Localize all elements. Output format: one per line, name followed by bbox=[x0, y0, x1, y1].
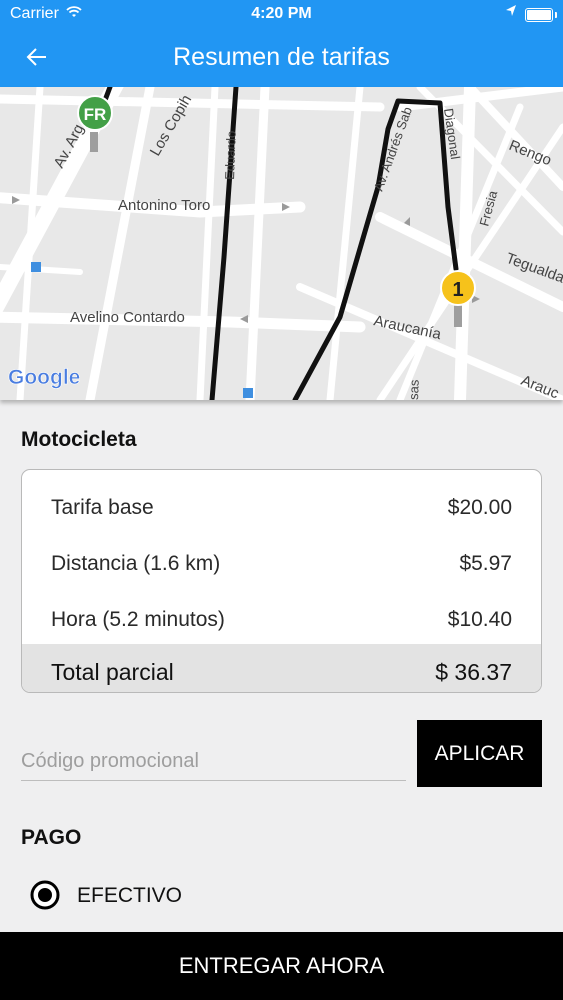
total-label: Total parcial bbox=[51, 659, 174, 685]
fare-row: Hora (5.2 minutos) $10.40 bbox=[22, 588, 541, 643]
cash-radio-button[interactable] bbox=[30, 880, 60, 910]
apply-button[interactable]: APLICAR bbox=[417, 720, 542, 787]
deliver-now-button[interactable]: ENTREGAR AHORA bbox=[0, 932, 563, 1000]
payment-title: PAGO bbox=[21, 826, 82, 849]
google-logo: Google bbox=[8, 366, 80, 389]
fare-value: $5.97 bbox=[459, 552, 512, 575]
street-label: sas bbox=[406, 379, 422, 400]
location-arrow-icon bbox=[505, 4, 517, 23]
end-marker-label: 1 bbox=[452, 279, 463, 301]
vehicle-title: Motocicleta bbox=[21, 428, 137, 451]
route-map[interactable]: Av. Arg Los Copih Eduardo Antonino Toro … bbox=[0, 87, 563, 400]
promo-code-input[interactable] bbox=[21, 742, 406, 781]
nav-bar: Resumen de tarifas bbox=[0, 30, 563, 87]
street-label: Antonino Toro bbox=[118, 197, 210, 214]
cash-option-label[interactable]: EFECTIVO bbox=[77, 884, 182, 908]
street-label: Eduardo bbox=[222, 130, 239, 180]
fare-value: $20.00 bbox=[447, 496, 512, 519]
street-label: Avelino Contardo bbox=[70, 309, 185, 326]
fare-summary-card: Tarifa base $20.00 Distancia (1.6 km) $5… bbox=[21, 469, 542, 693]
fare-row: Tarifa base $20.00 bbox=[22, 476, 541, 531]
fare-total-row: Total parcial $ 36.37 bbox=[22, 644, 541, 692]
status-time: 4:20 PM bbox=[251, 5, 312, 22]
fare-label: Hora (5.2 minutos) bbox=[51, 608, 225, 631]
total-value: $ 36.37 bbox=[435, 659, 512, 685]
page-title: Resumen de tarifas bbox=[173, 43, 390, 71]
fare-label: Distancia (1.6 km) bbox=[51, 552, 221, 575]
start-marker-label: FR bbox=[84, 105, 107, 124]
fare-value: $10.40 bbox=[447, 608, 512, 631]
fare-row: Distancia (1.6 km) $5.97 bbox=[22, 532, 541, 587]
fare-label: Tarifa base bbox=[51, 496, 154, 519]
status-bar: Carrier 4:20 PM bbox=[0, 0, 563, 30]
battery-icon bbox=[525, 8, 557, 22]
